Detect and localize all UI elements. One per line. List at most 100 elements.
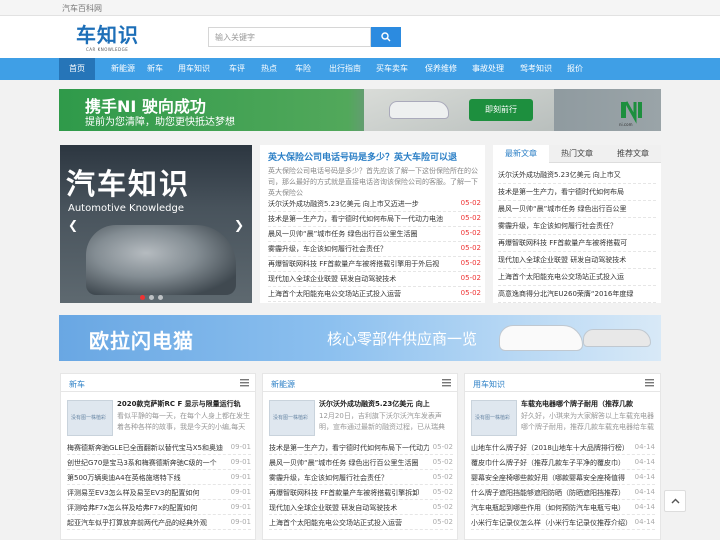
- nav-maintenance[interactable]: 保养维修: [418, 58, 464, 80]
- nav-car-knowledge[interactable]: 用车知识: [172, 58, 216, 80]
- list-menu-icon[interactable]: [442, 378, 451, 387]
- list-item[interactable]: 梅赛德斯奔驰GLE已全面翻新以替代宝马X5和奥迪 09-01: [67, 440, 251, 455]
- panel-title[interactable]: 用车知识: [473, 379, 505, 390]
- list-item[interactable]: 评测哈弗F7x怎么样及哈弗F7x的配置如何 09-01: [67, 500, 251, 515]
- feature-thumbnail[interactable]: 没有图一株植彩: [471, 400, 517, 436]
- list-item[interactable]: 覆皮巾什么牌子好（推荐几款车子平净的覆皮巾） 04-14: [471, 455, 655, 470]
- tab-recommended[interactable]: 推荐文章: [605, 145, 661, 163]
- list-item[interactable]: 沃尔沃外成功融资5.23亿美元 向上市又: [498, 167, 656, 184]
- list-item-date: 05-02: [460, 199, 481, 207]
- banner1-cta-button[interactable]: 即刻前行: [469, 99, 533, 121]
- ad-banner-ora[interactable]: 欧拉闪电猫 核心零部件供应商一览: [59, 315, 661, 361]
- list-item-title: 晨风一贝帅“晨”城市任务 绿色出行百公里生活圈: [268, 230, 418, 238]
- tab-latest[interactable]: 最新文章: [493, 145, 549, 163]
- chevron-left-icon[interactable]: ❮: [68, 218, 78, 232]
- list-item[interactable]: 上海首个太阳能充电公交场站正式投入运营 05-02: [268, 287, 481, 302]
- list-item[interactable]: 雾霾升级，车企该如何履行社会责任？ 05-02: [268, 242, 481, 257]
- list-item[interactable]: 再爆智联网科技 FF首款量产车被将搭载可: [498, 235, 656, 252]
- list-item[interactable]: 创世纪G70是宝马3系和梅赛德斯奔驰C级的一个 09-01: [67, 455, 251, 470]
- list-item[interactable]: 技术是第一生产力，看宁德时代如何布局下一代动力 05-02: [269, 440, 453, 455]
- list-item-title: 汽车电瓶起到哪些作用（如何预防汽车电瓶亏电）: [471, 504, 625, 512]
- nav-price[interactable]: 报价: [560, 58, 590, 80]
- feature-thumbnail[interactable]: 没有图一株植彩: [269, 400, 315, 436]
- nav-travel[interactable]: 出行指南: [322, 58, 368, 80]
- list-item-title: 技术是第一生产力，看宁德时代如何布局下一代动力电池: [268, 215, 443, 223]
- list-item[interactable]: 雾霾升级，车企该如何履行社会责任？: [498, 218, 656, 235]
- list-item-date: 05-02: [432, 503, 453, 511]
- nav-accident[interactable]: 事故处理: [466, 58, 510, 80]
- feature-desc: 看似平静的每一天，在每个人身上都在发生着各种各样的故事，我是今天的小编,每天: [117, 412, 250, 431]
- slider-dot[interactable]: [149, 295, 154, 300]
- feature-title[interactable]: 车载充电器哪个牌子耐用（推荐几款: [521, 399, 656, 409]
- list-item-date: 05-02: [432, 518, 453, 526]
- back-to-top-button[interactable]: [664, 490, 686, 512]
- list-item-title: 婴幕安全座椅哪些款好用（哪款婴幕安全座椅值得: [471, 474, 625, 482]
- car-image: [389, 101, 449, 119]
- feature-title[interactable]: 2020款克萨斯RC F 显示与限量运行轨: [117, 399, 252, 409]
- list-item[interactable]: 晨风一贝帅“晨”城市任务 绿色出行百公里: [498, 201, 656, 218]
- headline-link[interactable]: 英大保险公司电话号码是多少？英大车险可以退: [268, 150, 478, 163]
- list-item[interactable]: 婴幕安全座椅哪些款好用（哪款婴幕安全座椅值得 04-14: [471, 470, 655, 485]
- slider-dot[interactable]: [158, 295, 163, 300]
- list-item[interactable]: 起亚汽车似乎打算放弃前两代产品的经典外观 09-01: [67, 515, 251, 530]
- list-item[interactable]: 山地车什么牌子好（2018山地车十大品牌排行榜） 04-14: [471, 440, 655, 455]
- list-item[interactable]: 现代加入全球企业联盟 研发自动驾驶技术: [498, 252, 656, 269]
- list-item-title: 评测哈弗F7x怎么样及哈弗F7x的配置如何: [67, 504, 198, 512]
- list-item[interactable]: 雾霾升级，车企该如何履行社会责任？ 05-02: [269, 470, 453, 485]
- feature-title[interactable]: 沃尔沃外成功融资5.23亿美元 向上: [319, 399, 454, 409]
- list-item-date: 04-14: [634, 488, 655, 496]
- list-item-date: 05-02: [432, 488, 453, 496]
- panel-title[interactable]: 新能源: [271, 379, 295, 390]
- nav-home[interactable]: 首页: [59, 58, 95, 80]
- list-item[interactable]: 晨风一贝帅“晨”城市任务 绿色出行百公里生活圈 05-02: [268, 227, 481, 242]
- nav-review[interactable]: 车评: [222, 58, 252, 80]
- list-item[interactable]: 沃尔沃外成功融资5.23亿美元 向上市又迈进一步 05-02: [268, 197, 481, 212]
- nav-hot[interactable]: 热点: [254, 58, 284, 80]
- ni-logo-icon: [621, 101, 642, 124]
- list-item-date: 05-02: [460, 289, 481, 297]
- list-item[interactable]: 再爆智联网科技 FF首款量产车被将搭载引擎用于外后视 05-02: [268, 257, 481, 272]
- slider-dot[interactable]: [140, 295, 145, 300]
- list-item[interactable]: 上海首个太阳能充电公交场站正式投入运营 05-02: [269, 515, 453, 530]
- list-menu-icon[interactable]: [240, 378, 249, 387]
- main-nav: 首页 新能源 新车 用车知识 车评 热点 车险 出行指南 买车卖车 保养维修 事…: [0, 58, 720, 80]
- hero-slider[interactable]: 汽车知识 Automotive Knowledge ❮ ❯: [60, 145, 252, 303]
- article-tabs-panel: 最新文章 热门文章 推荐文章 沃尔沃外成功融资5.23亿美元 向上市又 技术是第…: [493, 145, 661, 303]
- list-item[interactable]: 评测易至EV3怎么样及易至EV3的配置如何 09-01: [67, 485, 251, 500]
- list-item[interactable]: 高意逸商得分北汽EU260荣膺“2016年度绿: [498, 286, 656, 303]
- list-item[interactable]: 再爆智联网科技 FF首款量产车被将搭载引擎拆卸 05-02: [269, 485, 453, 500]
- search-input[interactable]: [208, 27, 371, 47]
- list-item[interactable]: 技术是第一生产力，看宁德时代如何布局下一代动力电池 05-02: [268, 212, 481, 227]
- nav-new-car[interactable]: 新车: [140, 58, 170, 80]
- list-item[interactable]: 现代加入全球企业联盟 研发自动驾驶技术 05-02: [268, 272, 481, 287]
- hero-title: 汽车知识: [66, 167, 191, 201]
- panel-title[interactable]: 新车: [69, 379, 85, 390]
- list-item-date: 04-14: [634, 518, 655, 526]
- hero-subtitle: Automotive Knowledge: [68, 203, 184, 214]
- list-item-date: 05-02: [432, 443, 453, 451]
- headline-section: 英大保险公司电话号码是多少？英大车险可以退 英大保险公司电话号码是多少？首先应该…: [260, 145, 485, 303]
- list-item[interactable]: 晨风一贝帅“晨”城市任务 绿色出行百公里生活圈 05-02: [269, 455, 453, 470]
- list-item-date: 09-01: [230, 488, 251, 496]
- list-item[interactable]: 上海首个太阳能充电公交场站正式投入运: [498, 269, 656, 286]
- list-item-date: 05-02: [432, 473, 453, 481]
- chevron-right-icon[interactable]: ❯: [234, 218, 244, 232]
- list-item[interactable]: 汽车电瓶起到哪些作用（如何预防汽车电瓶亏电） 04-14: [471, 500, 655, 515]
- tab-hot[interactable]: 热门文章: [549, 145, 605, 163]
- nav-insurance[interactable]: 车险: [288, 58, 318, 80]
- ad-banner-ni[interactable]: 携手NI 驶向成功 提前为您清障，助您更快抵达梦想 即刻前行 ni.com: [59, 89, 661, 131]
- list-menu-icon[interactable]: [645, 378, 654, 387]
- car-image: [583, 329, 651, 347]
- feature-thumbnail[interactable]: 没有图一株植彩: [67, 400, 113, 436]
- list-item[interactable]: 什么牌子遮阳挡能够遮阳防晒（防晒遮阳挡推荐） 04-14: [471, 485, 655, 500]
- list-item[interactable]: 小米行车记录仪怎么样（小米行车记录仪推荐介绍） 04-14: [471, 515, 655, 530]
- panel-header: 新车: [61, 374, 255, 392]
- list-item[interactable]: 技术是第一生产力，看宁德时代如何布局: [498, 184, 656, 201]
- list-item[interactable]: 现代加入全球企业联盟 研发自动驾驶技术 05-02: [269, 500, 453, 515]
- list-item[interactable]: 第500万辆奥迪A4在英格施塔特下线 09-01: [67, 470, 251, 485]
- site-top-label[interactable]: 汽车百科网: [62, 3, 102, 14]
- nav-driving-test[interactable]: 驾考知识: [514, 58, 558, 80]
- search-button[interactable]: [371, 27, 401, 47]
- nav-buy-sell[interactable]: 买车卖车: [370, 58, 414, 80]
- site-logo[interactable]: 车知识 CAR KNOWLEDGE: [76, 24, 142, 54]
